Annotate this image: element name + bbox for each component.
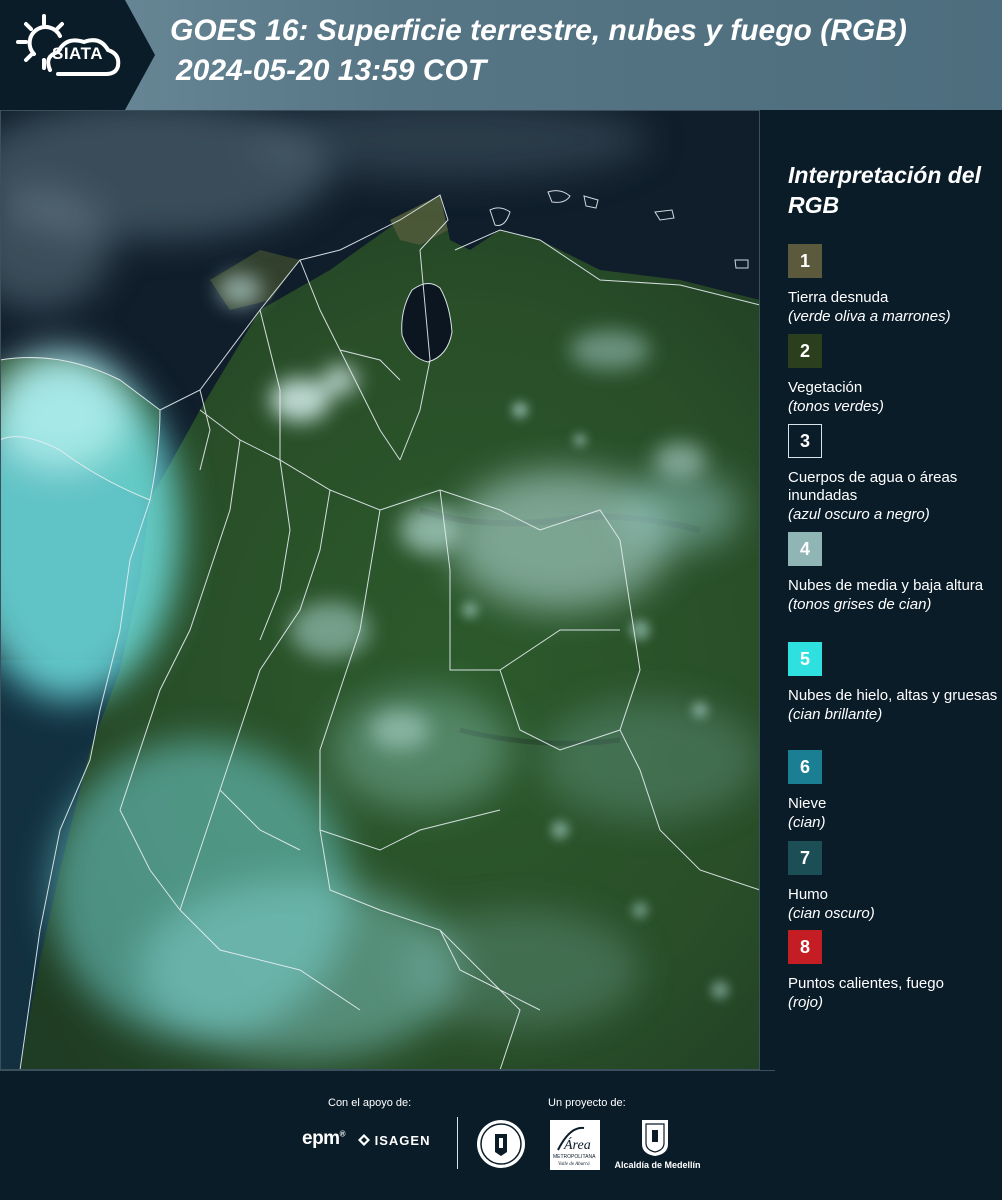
legend-label: Vegetación (788, 379, 863, 396)
legend-label: Nieve (788, 795, 827, 812)
legend-swatch-1: 1 (788, 244, 822, 278)
legend-item-snow: 6 Nieve (cian) (788, 750, 998, 832)
legend-title: Interpretación del RGB (788, 162, 981, 218)
alcaldia-medellin-label: Alcaldía de Medellín (614, 1160, 701, 1170)
page-timestamp: 2024-05-20 13:59 COT (176, 54, 487, 87)
legend-label: Nubes de media y baja altura (788, 577, 984, 594)
epm-logo-text: epm (302, 1128, 340, 1149)
legend-item-water: 3 Cuerpos de agua o áreas inundadas (azu… (788, 424, 998, 524)
legend-note: (cian brillante) (788, 706, 883, 723)
legend-item-fire: 8 Puntos calientes, fuego (rojo) (788, 930, 998, 1012)
legend-swatch-5: 5 (788, 642, 822, 676)
legend-swatch-2: 2 (788, 334, 822, 368)
legend-note: (azul oscuro a negro) (788, 506, 930, 523)
government-seal-icon (477, 1120, 525, 1168)
satellite-map[interactable] (0, 110, 760, 1070)
area-logo-name: Área (563, 1136, 591, 1153)
isagen-logo: ISAGEN (358, 1133, 430, 1148)
legend-label: Humo (788, 886, 829, 903)
area-logo-sub1: METROPOLITANA (553, 1154, 596, 1160)
legend-item-ice-clouds: 5 Nubes de hielo, altas y gruesas (cian … (788, 642, 998, 724)
legend-label: Nubes de hielo, altas y gruesas (788, 687, 998, 704)
isagen-logo-text: ISAGEN (374, 1133, 431, 1148)
project-label: Un proyecto de: (548, 1097, 626, 1109)
support-label: Con el apoyo de: (328, 1097, 412, 1109)
footer-divider-line (0, 1070, 775, 1071)
legend-item-smoke: 7 Humo (cian oscuro) (788, 841, 998, 923)
legend-note: (cian) (788, 814, 826, 831)
legend-note: (tonos verdes) (788, 398, 884, 415)
header: SIATA GOES 16: Superficie terrestre, nub… (0, 0, 1002, 110)
legend-label: Cuerpos de agua o áreas inundadas (788, 469, 958, 504)
legend-item-bare-soil: 1 Tierra desnuda (verde oliva a marrones… (788, 244, 998, 326)
satellite-image (0, 110, 760, 1070)
area-logo-sub2: Valle de Aburrá (558, 1162, 590, 1167)
area-metropolitana-graphic: Área METROPOLITANA Valle de Aburrá (553, 1126, 596, 1167)
legend-swatch-3: 3 (788, 424, 822, 458)
medellin-shield-icon (642, 1120, 668, 1156)
isagen-mark-icon (358, 1134, 370, 1146)
legend-swatch-4: 4 (788, 532, 822, 566)
footer-vertical-divider (457, 1117, 458, 1169)
epm-logo: epm® (302, 1128, 346, 1149)
legend-note: (cian oscuro) (788, 905, 875, 922)
siata-logo: SIATA (0, 0, 155, 110)
siata-logo-text: SIATA (52, 44, 103, 63)
legend-swatch-8: 8 (788, 930, 822, 964)
legend-label: Puntos calientes, fuego (788, 975, 944, 992)
legend-swatch-7: 7 (788, 841, 822, 875)
area-metropolitana-logo: Área METROPOLITANA Valle de Aburrá (550, 1120, 600, 1170)
legend-item-low-clouds: 4 Nubes de media y baja altura (tonos gr… (788, 532, 998, 614)
page-title: GOES 16: Superficie terrestre, nubes y f… (170, 14, 907, 47)
legend-swatch-6: 6 (788, 750, 822, 784)
legend-item-vegetation: 2 Vegetación (tonos verdes) (788, 334, 998, 416)
legend-label: Tierra desnuda (788, 289, 889, 306)
legend-note: (rojo) (788, 994, 824, 1011)
legend-note: (tonos grises de cian) (788, 596, 932, 613)
legend-note: (verde oliva a marrones) (788, 308, 951, 325)
